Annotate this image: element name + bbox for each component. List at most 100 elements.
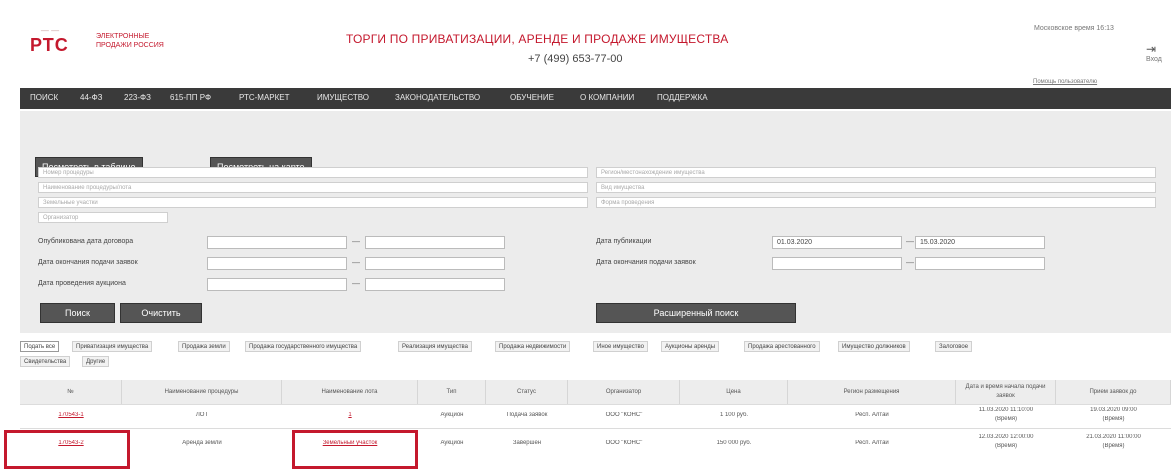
row-start-date: 11.03.2020 11:10:00 (978, 407, 1034, 413)
col-header-start[interactable]: Дата и время начала подачи заявок (956, 380, 1056, 404)
search-form: Посмотреть в таблице Посмотреть на карте… (20, 111, 1171, 333)
app-right-label: Дата окончания подачи заявок (596, 259, 696, 266)
row-number-link[interactable]: 170543-1 (20, 412, 122, 418)
col-header-number[interactable]: № (20, 380, 122, 404)
tab-others[interactable]: Другие (82, 356, 110, 367)
row-procedure-name: Аренда земли (182, 440, 222, 446)
auction-date-to[interactable] (365, 278, 505, 291)
tab-land-sale[interactable]: Продажа земли (178, 341, 230, 352)
row-type: Аукцион (440, 412, 464, 418)
land-plots-field[interactable]: Земельные участки (38, 197, 588, 208)
date-dash: — (906, 237, 914, 246)
form-type-field[interactable]: Форма проведения (596, 197, 1156, 208)
nav-item-rts-market[interactable]: РТС-МАРКЕТ (239, 93, 290, 102)
row-region: Респ. Алтай (855, 440, 889, 446)
phone-number: +7 (499) 653-77-00 (528, 53, 623, 65)
site-title: ТОРГИ ПО ПРИВАТИЗАЦИИ, АРЕНДЕ И ПРОДАЖЕ … (346, 32, 729, 46)
pub-right-from[interactable]: 01.03.2020 (772, 236, 902, 249)
app-end-from[interactable] (207, 257, 347, 270)
auction-date-from[interactable] (207, 278, 347, 291)
row-region: Респ. Алтай (855, 412, 889, 418)
nav-item-615pp[interactable]: 615-ПП РФ (170, 93, 211, 102)
row-price: 1 100 руб. (719, 412, 749, 418)
row-procedure-name: ЛОТ (195, 412, 209, 418)
main-nav: ПОИСК 44-ФЗ 223-ФЗ 615-ПП РФ РТС-МАРКЕТ … (20, 88, 1171, 109)
pub-date-from[interactable] (207, 236, 347, 249)
tab-debtors[interactable]: Имущество должников (838, 341, 910, 352)
app-right-from[interactable] (772, 257, 902, 270)
nav-item-property[interactable]: ИМУЩЕСТВО (317, 93, 369, 102)
row-organizer: ООО "КОНС" (605, 412, 643, 418)
tab-privatization[interactable]: Приватизация имущества (72, 341, 153, 352)
row-divider (20, 404, 1171, 405)
col-header-procedure[interactable]: Наименование процедуры (122, 380, 282, 404)
tab-other-property[interactable]: Иное имущество (593, 341, 648, 352)
tab-all[interactable]: Подать все (20, 341, 60, 352)
row-status: Завершен (512, 440, 542, 446)
date-dash: — (352, 237, 360, 246)
col-header-organizer[interactable]: Организатор (568, 380, 680, 404)
col-header-type[interactable]: Тип (418, 380, 486, 404)
row-end-sub: (Время) (1102, 416, 1125, 422)
nav-item-legislation[interactable]: ЗАКОНОДАТЕЛЬСТВО (395, 93, 480, 102)
row-start-sub: (Время) (994, 443, 1018, 449)
logo-caption: ЭЛЕКТРОННЫЕ ПРОДАЖИ РОССИЯ (96, 33, 164, 49)
highlight-box-lot (292, 430, 418, 469)
tab-pledge[interactable]: Залоговое (935, 341, 973, 352)
tab-arrested[interactable]: Продажа арестованного (744, 341, 820, 352)
col-header-end[interactable]: Прием заявок до (1056, 380, 1171, 404)
row-divider (20, 428, 1171, 429)
row-end-date: 21.03.2020 11:00:00 (1086, 434, 1141, 440)
property-type-field[interactable]: Вид имущества (596, 182, 1156, 193)
search-button[interactable]: Поиск (40, 303, 115, 323)
nav-item-search[interactable]: ПОИСК (30, 93, 58, 102)
pub-right-label: Дата публикации (596, 238, 652, 245)
row-start-sub: (Время) (994, 416, 1018, 422)
nav-item-training[interactable]: ОБУЧЕНИЕ (510, 93, 554, 102)
date-dash: — (352, 258, 360, 267)
tab-real-estate[interactable]: Продажа недвижимости (495, 341, 571, 352)
col-header-status[interactable]: Статус (486, 380, 568, 404)
organizer-field[interactable]: Организатор (38, 212, 168, 223)
col-header-region[interactable]: Регион размещения (788, 380, 956, 404)
pub-right-to[interactable]: 15.03.2020 (915, 236, 1045, 249)
reset-button[interactable]: Очистить (120, 303, 202, 323)
pub-date-to[interactable] (365, 236, 505, 249)
app-end-label: Дата окончания подачи заявок (38, 259, 138, 266)
category-tabs: Подать все Приватизация имущества Продаж… (20, 341, 1171, 379)
col-header-lot[interactable]: Наименование лота (282, 380, 418, 404)
nav-item-223fz[interactable]: 223-ФЗ (124, 93, 151, 102)
auction-date-label: Дата проведения аукциона (38, 280, 126, 287)
tab-certificates[interactable]: Свидетельства (20, 356, 71, 367)
region-field[interactable]: Регион/местонахождение имущества (596, 167, 1156, 178)
tab-rent-auctions[interactable]: Аукционы аренды (661, 341, 720, 352)
procedure-name-field[interactable]: Наименование процедуры/лота (38, 182, 588, 193)
app-right-to[interactable] (915, 257, 1045, 270)
login-link[interactable]: Вход (1146, 56, 1162, 63)
help-link[interactable]: Помощь пользователю (1033, 79, 1097, 85)
tab-state-property[interactable]: Продажа государственного имущества (245, 341, 362, 352)
row-organizer: ООО "КОНС" (605, 440, 643, 446)
nav-item-about[interactable]: О КОМПАНИИ (580, 93, 634, 102)
login-icon[interactable]: ⇥ (1146, 42, 1156, 56)
nav-item-44fz[interactable]: 44-ФЗ (80, 93, 102, 102)
tab-property-realization[interactable]: Реализация имущества (398, 341, 473, 352)
procedure-number-field[interactable]: Номер процедуры (38, 167, 588, 178)
col-header-price[interactable]: Цена (680, 380, 788, 404)
row-end-date: 19.03.2020 09:00 (1090, 407, 1137, 413)
pub-date-label: Опубликована дата договора (38, 238, 134, 245)
time-info: Московское время 16:13 (1034, 25, 1114, 32)
row-type: Аукцион (440, 440, 464, 446)
rts-logo[interactable]: — — РТС (30, 26, 70, 62)
date-dash: — (906, 258, 914, 267)
advanced-search-button[interactable]: Расширенный поиск (596, 303, 796, 323)
nav-item-support[interactable]: ПОДДЕРЖКА (657, 93, 708, 102)
app-end-to[interactable] (365, 257, 505, 270)
results-table: № Наименование процедуры Наименование ло… (4, 380, 1171, 469)
row-end-sub: (Время) (1102, 443, 1125, 449)
row-start-date: 12.03.2020 12:00:00 (978, 434, 1034, 440)
date-dash: — (352, 279, 360, 288)
logo-text: РТС (30, 35, 69, 55)
logo-top-text: — — (40, 26, 60, 35)
row-lot-link[interactable]: 1 (282, 412, 418, 418)
